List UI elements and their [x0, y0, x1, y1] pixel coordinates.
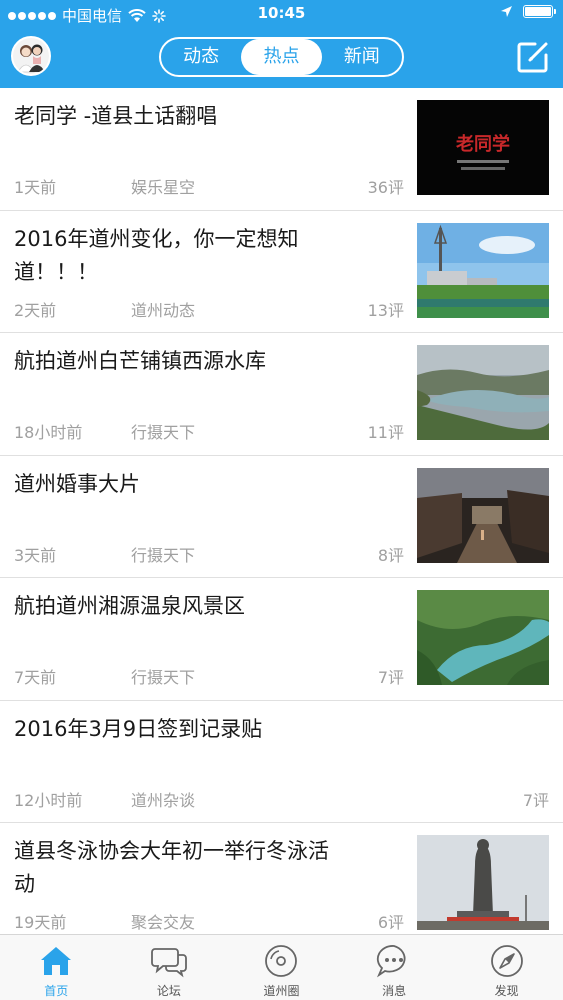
- article-thumbnail: 老同学: [417, 100, 549, 195]
- article-thumbnail: [417, 222, 549, 318]
- battery-icon: [523, 5, 556, 18]
- article-item[interactable]: 航拍道州白芒铺镇西源水库 18小时前 行摄天下 11评: [0, 333, 563, 456]
- article-time: 1天前: [14, 178, 57, 197]
- article-list: 老同学 -道县土话翻唱 1天前 娱乐星空 36评 老同学 2016年道州变化，你…: [0, 88, 563, 934]
- article-item[interactable]: 2016年道州变化，你一定想知道！！！ 2天前 道州动态 13评: [0, 211, 563, 333]
- article-comment-count: 8评: [377, 545, 404, 565]
- article-thumbnail: [417, 590, 549, 685]
- article-comment-count: 6评: [377, 913, 404, 932]
- tab-label: 论坛: [156, 984, 181, 998]
- article-title: 道县冬泳协会大年初一举行冬泳活动: [14, 839, 329, 896]
- article-time: 19天前: [14, 913, 67, 932]
- circle-disc-icon: [265, 945, 298, 977]
- article-source: 娱乐星空: [131, 178, 196, 197]
- tab-daozhou-circle[interactable]: 道州圈: [225, 935, 338, 1000]
- chat-bubbles-icon: [150, 948, 187, 978]
- article-comment-count: 11评: [367, 423, 404, 442]
- article-item[interactable]: 道州婚事大片 3天前 行摄天下 8评: [0, 456, 563, 578]
- article-item[interactable]: 2016年3月9日签到记录贴 12小时前 道州杂谈 7评: [0, 701, 563, 823]
- thumbnail-caption: 老同学: [456, 133, 510, 154]
- article-thumbnail: [417, 345, 549, 440]
- article-time: 7天前: [14, 668, 57, 687]
- article-source: 行摄天下: [131, 545, 196, 565]
- article-source: 行摄天下: [131, 423, 196, 442]
- article-source: 道州杂谈: [131, 790, 196, 810]
- message-icon: [376, 945, 406, 978]
- article-source: 道州动态: [131, 300, 196, 320]
- article-comment-count: 7评: [377, 668, 404, 687]
- compose-icon[interactable]: [515, 39, 551, 75]
- article-title: 航拍道州白芒铺镇西源水库: [14, 349, 266, 373]
- avatar-image: [13, 38, 49, 74]
- tab-home[interactable]: 首页: [0, 935, 113, 1000]
- article-title: 2016年3月9日签到记录贴: [14, 716, 263, 741]
- tab-label: 发现: [494, 984, 519, 998]
- user-avatar[interactable]: [11, 36, 51, 76]
- tab-label: 消息: [382, 984, 407, 998]
- article-comment-count: 13评: [367, 300, 404, 320]
- tab-redian[interactable]: 热点: [241, 39, 322, 75]
- tab-dongtai[interactable]: 动态: [161, 39, 241, 75]
- status-time: 10:45: [257, 4, 306, 22]
- home-icon: [41, 947, 72, 975]
- tab-discover[interactable]: 发现: [450, 935, 563, 1000]
- location-arrow-icon: [501, 6, 512, 17]
- tab-forum[interactable]: 论坛: [113, 935, 226, 1000]
- article-thumbnail: [417, 467, 549, 563]
- article-source: 行摄天下: [131, 668, 196, 687]
- feed-segment-control: 动态 热点 新闻: [159, 37, 404, 77]
- compass-icon: [490, 945, 523, 977]
- article-source: 聚会交友: [131, 913, 196, 932]
- article-thumbnail: [417, 835, 549, 930]
- article-item[interactable]: 道县冬泳协会大年初一举行冬泳活动 19天前 聚会交友 6评: [0, 823, 563, 934]
- article-comment-count: 7评: [522, 790, 549, 810]
- status-bar: 中国电信 10:45: [0, 0, 563, 28]
- article-time: 12小时前: [14, 790, 83, 810]
- article-time: 18小时前: [14, 423, 83, 442]
- article-item[interactable]: 老同学 -道县土话翻唱 1天前 娱乐星空 36评 老同学: [0, 88, 563, 211]
- article-title: 道州婚事大片: [14, 471, 140, 496]
- article-comment-count: 36评: [367, 178, 404, 197]
- article-title: 2016年道州变化，你一定想知道！！！: [14, 226, 299, 284]
- article-item[interactable]: 航拍道州湘源温泉风景区 7天前 行摄天下 7评: [0, 578, 563, 701]
- app-header: 中国电信 10:45 动态 热点 新闻: [0, 0, 563, 88]
- tab-messages[interactable]: 消息: [338, 935, 451, 1000]
- bottom-tab-bar: 首页 论坛 道州圈 消息 发现: [0, 934, 563, 1000]
- article-title: 老同学 -道县土话翻唱: [14, 104, 218, 128]
- tab-label: 道州圈: [263, 984, 300, 998]
- status-right: [500, 5, 556, 18]
- article-title: 航拍道州湘源温泉风景区: [14, 594, 245, 618]
- tab-label: 首页: [44, 984, 69, 998]
- tab-xinwen[interactable]: 新闻: [322, 39, 402, 75]
- article-time: 3天前: [14, 545, 57, 565]
- article-time: 2天前: [14, 300, 57, 320]
